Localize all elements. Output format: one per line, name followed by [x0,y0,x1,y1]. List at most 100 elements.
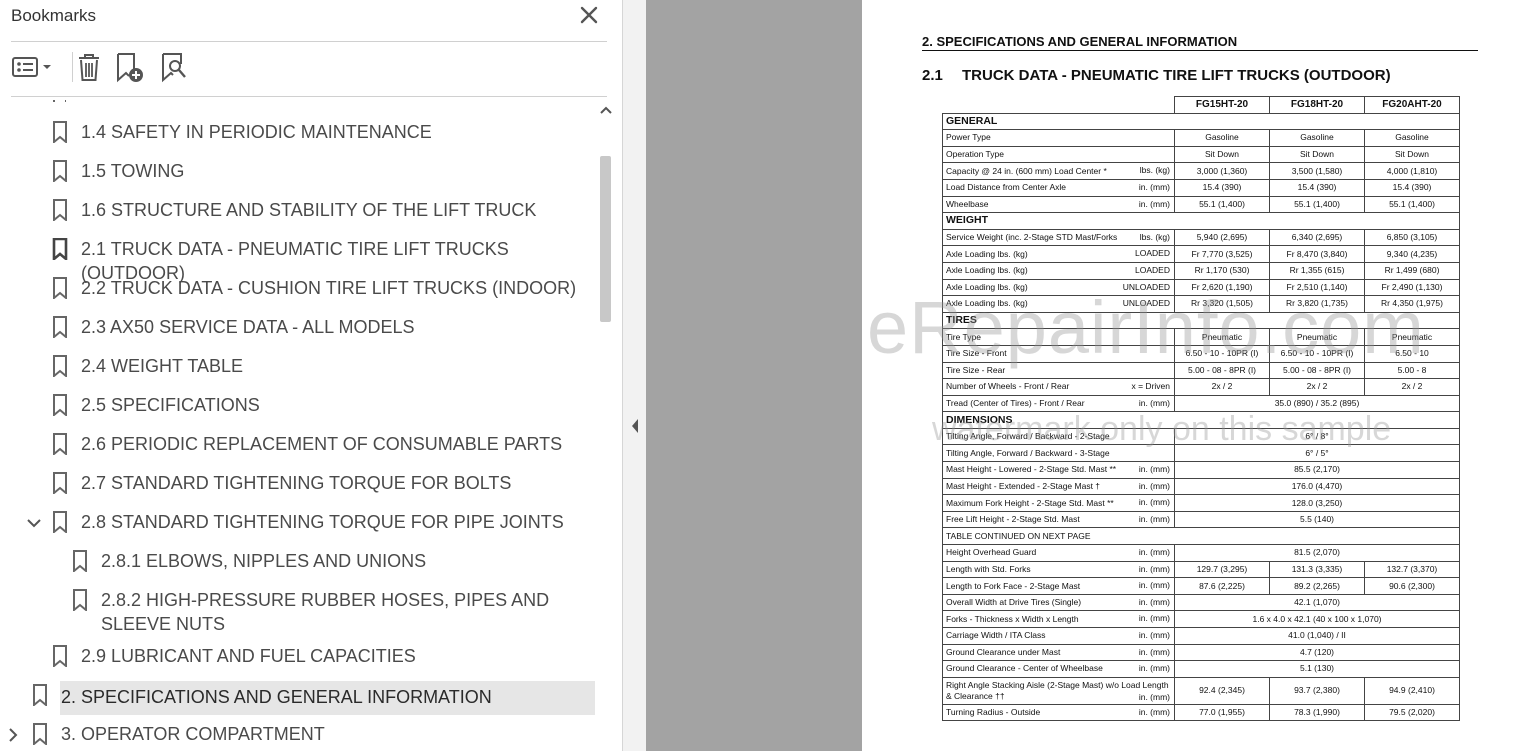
bookmarks-toolbar [10,50,410,86]
bookmark-1-6[interactable]: 1.6 STRUCTURE AND STABILITY OF THE LIFT … [0,198,595,224]
bookmark-2-1[interactable]: 2.1 TRUCK DATA - PNEUMATIC TIRE LIFT TRU… [0,237,595,283]
table-row: Wheelbase in. (mm) 55.1 (1,400) 55.1 (1,400… [942,195,1460,214]
table-group-row: DIMENSIONS [942,411,1460,429]
new-bookmark-button[interactable] [115,50,147,84]
bookmark-2-3[interactable]: 2.3 AX50 SERVICE DATA - ALL MODELS [0,315,595,341]
table-row: Forks - Thickness x Width x Length in. (m… [942,610,1460,628]
value-cell: Gasoline [1364,129,1460,147]
row-unit: in. (mm) [1138,613,1170,624]
merged-value-cell: 4.7 (120) [1174,643,1460,662]
bookmark-label: 2.4 WEIGHT TABLE [81,356,244,376]
table-row: Ground Clearance under Mast in. (mm) 4.7 (… [942,643,1460,662]
bookmark-2-8-1[interactable]: 2.8.1 ELBOWS, NIPPLES AND UNIONS [0,549,595,575]
value-cell: 78.3 (1,990) [1269,703,1365,722]
table-row: Tilting Angle, Forward / Backward - 3-St… [942,444,1460,463]
table-row: Tire Size - Front 6.50 - 10 - 10PR (I) 6.5… [942,344,1460,363]
bookmark-icon [52,238,68,260]
row-unit: in. (mm) [1138,547,1170,558]
value-cell: Fr 2,490 (1,130) [1364,278,1460,297]
table-row: Ground Clearance - Center of Wheelbase in… [942,660,1460,678]
bookmark-label: 2.8.1 ELBOWS, NIPPLES AND UNIONS [101,551,427,571]
row-label-cell: Right Angle Stacking Aisle (2-Stage Mast… [942,676,1175,705]
row-label: Service Weight (inc. 2-Stage STD Mast/Fo… [946,232,1118,243]
bookmark-1-5[interactable]: 1.5 TOWING [0,159,595,185]
bookmark-search-icon [162,53,186,83]
table-row: Height Overhead Guard in. (mm) 81.5 (2,070… [942,544,1460,562]
row-label: Tread (Center of Tires) - Front / Rear [946,397,1085,408]
merged-value-cell: 5.1 (130) [1174,660,1460,678]
value-cell: 55.1 (1,400) [1269,195,1365,214]
row-label-cell: Mast Height - Lowered - 2-Stage Std. Mas… [942,461,1175,479]
value-cell: 3,000 (1,360) [1174,162,1270,180]
merged-value-cell: 85.5 (2,170) [1174,461,1460,479]
delete-button[interactable] [76,50,102,84]
truck-data-table: FG15HT-20 FG18HT-20 FG20AHT-20 GENERAL Po… [942,96,1460,722]
table-row: Mast Height - Lowered - 2-Stage Std. Mas… [942,461,1460,479]
row-label: Free Lift Height - 2-Stage Std. Mast [946,514,1080,525]
value-cell: 129.7 (3,295) [1174,560,1270,579]
value-cell: Pneumatic [1364,328,1460,346]
scroll-up-icon[interactable] [599,104,613,116]
bookmark-2-8[interactable]: 2.8 STANDARD TIGHTENING TORQUE FOR PIPE … [0,510,595,536]
find-bookmark-button[interactable] [160,50,190,84]
bookmark-2-2[interactable]: 2.2 TRUCK DATA - CUSHION TIRE LIFT TRUCK… [0,276,595,302]
value-cell: Fr 7,770 (3,525) [1174,245,1270,263]
row-unit: LOADED [1135,264,1170,275]
options-menu-button[interactable] [10,50,56,84]
collapse-panel-icon[interactable] [631,418,639,434]
row-label: Mast Height - Lowered - 2-Stage Std. Mas… [946,464,1117,475]
value-cell: 77.0 (1,955) [1174,703,1270,722]
table-row: TABLE CONTINUED ON NEXT PAGE [942,527,1460,546]
group-heading: GENERAL [942,112,1460,131]
close-icon[interactable] [578,4,600,26]
bookmark-2-5[interactable]: 2.5 SPECIFICATIONS [0,393,595,419]
row-unit: in. (mm) [1138,580,1170,591]
table-row: Right Angle Stacking Aisle (2-Stage Mast… [942,676,1460,705]
value-cell: 4,000 (1,810) [1364,162,1460,180]
chevron-down-icon[interactable] [26,515,42,531]
bookmark-label: 2.8.2 HIGH-PRESSURE RUBBER HOSES, PIPES … [101,590,550,634]
bookmark-2-4[interactable]: 2.4 WEIGHT TABLE [0,354,595,380]
chevron-right-icon[interactable] [5,727,21,743]
bookmark-scrollbar[interactable] [596,100,616,751]
row-label: Length with Std. Forks [946,563,1031,574]
bookmark-label: 1.6 STRUCTURE AND STABILITY OF THE LIFT … [81,200,537,220]
value-cell: Fr 2,620 (1,190) [1174,278,1270,297]
bookmark-1-4[interactable]: 1.4 SAFETY IN PERIODIC MAINTENANCE [0,120,595,146]
group-heading: DIMENSIONS [942,411,1460,429]
row-label-cell: Tire Size - Front [942,344,1175,363]
merged-value-cell: 176.0 (4,470) [1174,477,1460,496]
value-cell: Sit Down [1269,145,1365,164]
table-row: Free Lift Height - 2-Stage Std. Mast in. … [942,510,1460,529]
row-label: Axle Loading lbs. (kg) [946,281,1028,292]
table-group-row: WEIGHT [942,212,1460,230]
row-label: Axle Loading lbs. (kg) [946,298,1028,309]
table-row: Maximum Fork Height - 2-Stage Std. Mast … [942,494,1460,512]
bookmark-label: 2.5 SPECIFICATIONS [81,395,260,415]
value-cell: 15.4 (390) [1364,178,1460,197]
bookmark-2-selected[interactable]: 2. SPECIFICATIONS AND GENERAL INFORMATIO… [60,681,595,715]
bookmark-label: 2.6 PERIODIC REPLACEMENT OF CONSUMABLE P… [81,434,563,454]
bookmark-icon [53,355,67,377]
scrollbar-thumb[interactable] [600,156,611,322]
bookmark-2-9[interactable]: 2.9 LUBRICANT AND FUEL CAPACITIES [0,644,595,670]
bookmark-add-icon [117,53,143,83]
merged-value-cell: 5.5 (140) [1174,510,1460,529]
row-label: Tilting Angle, Forward / Backward - 2-St… [946,431,1110,442]
row-label: Carriage Width / ITA Class [946,630,1046,641]
value-cell: 5.00 - 8 [1364,361,1460,380]
bookmark-2-8-2[interactable]: 2.8.2 HIGH-PRESSURE RUBBER HOSES, PIPES … [0,588,595,638]
row-unit: x = Driven [1131,381,1171,392]
merged-value-cell: 81.5 (2,070) [1174,544,1460,562]
value-cell: 6,850 (3,105) [1364,228,1460,247]
row-label: Load Distance from Center Axle [946,182,1067,193]
value-cell: Fr 2,510 (1,140) [1269,278,1365,297]
row-label-cell: Tire Type [942,328,1175,346]
table-row: Capacity @ 24 in. (600 mm) Load Center *… [942,162,1460,180]
bookmark-list: 1.4 SAFETY IN PERIODIC MAINTENANCE 1.5 T… [0,100,595,751]
bookmark-2-7[interactable]: 2.7 STANDARD TIGHTENING TORQUE FOR BOLTS [0,471,595,497]
table-group-row: TIRES [942,311,1460,330]
panel-splitter[interactable] [623,0,646,751]
bookmark-3[interactable]: 3. OPERATOR COMPARTMENT [0,722,595,748]
bookmark-2-6[interactable]: 2.6 PERIODIC REPLACEMENT OF CONSUMABLE P… [0,432,595,458]
